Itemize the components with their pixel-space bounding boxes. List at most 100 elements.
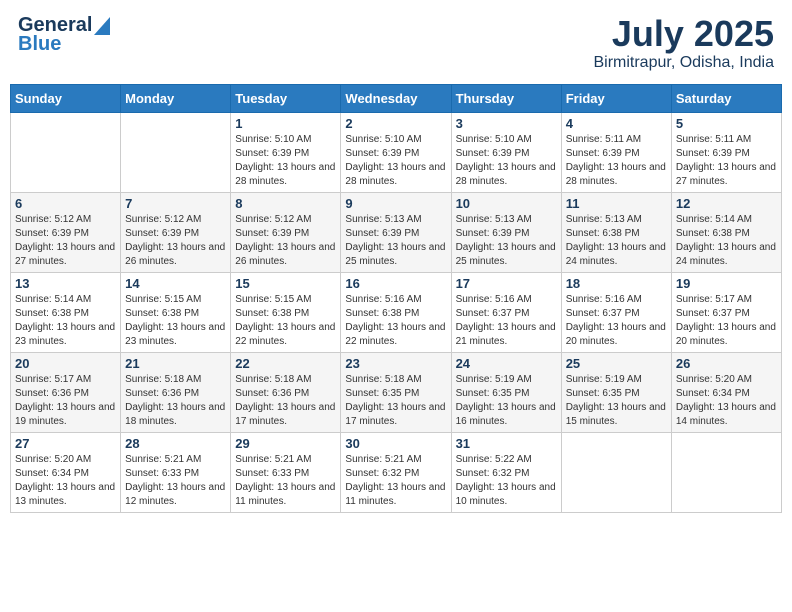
calendar-cell: 17 Sunrise: 5:16 AM Sunset: 6:37 PM Dayli… — [451, 272, 561, 352]
cell-daylight-info: Sunrise: 5:16 AM Sunset: 6:37 PM Dayligh… — [456, 293, 557, 349]
weekday-header-friday: Friday — [561, 84, 671, 112]
weekday-header-wednesday: Wednesday — [341, 84, 451, 112]
day-number: 10 — [456, 196, 557, 211]
calendar-cell: 15 Sunrise: 5:15 AM Sunset: 6:38 PM Dayli… — [231, 272, 341, 352]
cell-daylight-info: Sunrise: 5:20 AM Sunset: 6:34 PM Dayligh… — [676, 373, 777, 429]
day-number: 28 — [125, 436, 226, 451]
calendar-week-row: 13Sunrise: 5:14 AM Sunset: 6:38 PM Dayli… — [11, 272, 782, 352]
calendar-cell: 27 Sunrise: 5:20 AM Sunset: 6:34 PM Dayli… — [11, 432, 121, 512]
day-number: 27 — [15, 436, 116, 451]
cell-daylight-info: Sunrise: 5:12 AM Sunset: 6:39 PM Dayligh… — [235, 213, 336, 269]
location-subtitle: Birmitrapur, Odisha, India — [593, 54, 774, 72]
day-number: 5 — [676, 116, 777, 131]
day-number: 8 — [235, 196, 336, 211]
calendar-cell: 31 Sunrise: 5:22 AM Sunset: 6:32 PM Dayli… — [451, 432, 561, 512]
day-number: 17 — [456, 276, 557, 291]
calendar-cell: 24 Sunrise: 5:19 AM Sunset: 6:35 PM Dayli… — [451, 352, 561, 432]
weekday-header-sunday: Sunday — [11, 84, 121, 112]
day-number: 2 — [345, 116, 446, 131]
cell-daylight-info: Sunrise: 5:13 AM Sunset: 6:38 PM Dayligh… — [566, 213, 667, 269]
calendar-cell: 8 Sunrise: 5:12 AM Sunset: 6:39 PM Daylig… — [231, 192, 341, 272]
cell-daylight-info: Sunrise: 5:22 AM Sunset: 6:32 PM Dayligh… — [456, 453, 557, 509]
calendar-cell — [671, 432, 781, 512]
calendar-cell: 3Sunrise: 5:10 AM Sunset: 6:39 PM Daylig… — [451, 112, 561, 192]
calendar-cell: 16 Sunrise: 5:16 AM Sunset: 6:38 PM Dayli… — [341, 272, 451, 352]
cell-daylight-info: Sunrise: 5:10 AM Sunset: 6:39 PM Dayligh… — [345, 133, 446, 189]
calendar-cell: 22 Sunrise: 5:18 AM Sunset: 6:36 PM Dayli… — [231, 352, 341, 432]
page-header: General Blue July 2025 Birmitrapur, Odis… — [10, 10, 782, 76]
day-number: 14 — [125, 276, 226, 291]
day-number: 26 — [676, 356, 777, 371]
calendar-cell: 11Sunrise: 5:13 AM Sunset: 6:38 PM Dayli… — [561, 192, 671, 272]
calendar-cell: 14 Sunrise: 5:15 AM Sunset: 6:38 PM Dayli… — [121, 272, 231, 352]
cell-daylight-info: Sunrise: 5:17 AM Sunset: 6:36 PM Dayligh… — [15, 373, 116, 429]
calendar-cell: 4Sunrise: 5:11 AM Sunset: 6:39 PM Daylig… — [561, 112, 671, 192]
cell-daylight-info: Sunrise: 5:16 AM Sunset: 6:38 PM Dayligh… — [345, 293, 446, 349]
cell-daylight-info: Sunrise: 5:19 AM Sunset: 6:35 PM Dayligh… — [456, 373, 557, 429]
calendar-week-row: 27 Sunrise: 5:20 AM Sunset: 6:34 PM Dayli… — [11, 432, 782, 512]
day-number: 23 — [345, 356, 446, 371]
calendar-cell: 20 Sunrise: 5:17 AM Sunset: 6:36 PM Dayli… — [11, 352, 121, 432]
day-number: 22 — [235, 356, 336, 371]
calendar-table: SundayMondayTuesdayWednesdayThursdayFrid… — [10, 84, 782, 513]
calendar-cell: 12Sunrise: 5:14 AM Sunset: 6:38 PM Dayli… — [671, 192, 781, 272]
calendar-cell: 6 Sunrise: 5:12 AM Sunset: 6:39 PM Daylig… — [11, 192, 121, 272]
title-section: July 2025 Birmitrapur, Odisha, India — [593, 14, 774, 72]
weekday-header-thursday: Thursday — [451, 84, 561, 112]
day-number: 3 — [456, 116, 557, 131]
day-number: 21 — [125, 356, 226, 371]
calendar-cell: 5 Sunrise: 5:11 AM Sunset: 6:39 PM Daylig… — [671, 112, 781, 192]
calendar-cell: 29 Sunrise: 5:21 AM Sunset: 6:33 PM Dayli… — [231, 432, 341, 512]
day-number: 30 — [345, 436, 446, 451]
day-number: 7 — [125, 196, 226, 211]
day-number: 9 — [345, 196, 446, 211]
cell-daylight-info: Sunrise: 5:19 AM Sunset: 6:35 PM Dayligh… — [566, 373, 667, 429]
cell-daylight-info: Sunrise: 5:11 AM Sunset: 6:39 PM Dayligh… — [676, 133, 777, 189]
calendar-cell: 19 Sunrise: 5:17 AM Sunset: 6:37 PM Dayli… — [671, 272, 781, 352]
calendar-cell: 1Sunrise: 5:10 AM Sunset: 6:39 PM Daylig… — [231, 112, 341, 192]
cell-daylight-info: Sunrise: 5:15 AM Sunset: 6:38 PM Dayligh… — [235, 293, 336, 349]
logo-blue-text: Blue — [18, 33, 61, 56]
day-number: 19 — [676, 276, 777, 291]
cell-daylight-info: Sunrise: 5:12 AM Sunset: 6:39 PM Dayligh… — [15, 213, 116, 269]
calendar-cell: 26 Sunrise: 5:20 AM Sunset: 6:34 PM Dayli… — [671, 352, 781, 432]
day-number: 20 — [15, 356, 116, 371]
cell-daylight-info: Sunrise: 5:10 AM Sunset: 6:39 PM Dayligh… — [235, 133, 336, 189]
calendar-cell: 25 Sunrise: 5:19 AM Sunset: 6:35 PM Dayli… — [561, 352, 671, 432]
calendar-cell: 30Sunrise: 5:21 AM Sunset: 6:32 PM Dayli… — [341, 432, 451, 512]
day-number: 15 — [235, 276, 336, 291]
cell-daylight-info: Sunrise: 5:16 AM Sunset: 6:37 PM Dayligh… — [566, 293, 667, 349]
day-number: 4 — [566, 116, 667, 131]
day-number: 25 — [566, 356, 667, 371]
day-number: 24 — [456, 356, 557, 371]
cell-daylight-info: Sunrise: 5:13 AM Sunset: 6:39 PM Dayligh… — [345, 213, 446, 269]
month-year-title: July 2025 — [593, 14, 774, 54]
logo: General Blue — [18, 14, 112, 56]
calendar-cell — [121, 112, 231, 192]
cell-daylight-info: Sunrise: 5:18 AM Sunset: 6:35 PM Dayligh… — [345, 373, 446, 429]
calendar-cell: 23 Sunrise: 5:18 AM Sunset: 6:35 PM Dayli… — [341, 352, 451, 432]
calendar-cell: 13Sunrise: 5:14 AM Sunset: 6:38 PM Dayli… — [11, 272, 121, 352]
cell-daylight-info: Sunrise: 5:13 AM Sunset: 6:39 PM Dayligh… — [456, 213, 557, 269]
weekday-header-row: SundayMondayTuesdayWednesdayThursdayFrid… — [11, 84, 782, 112]
weekday-header-tuesday: Tuesday — [231, 84, 341, 112]
cell-daylight-info: Sunrise: 5:14 AM Sunset: 6:38 PM Dayligh… — [15, 293, 116, 349]
day-number: 31 — [456, 436, 557, 451]
cell-daylight-info: Sunrise: 5:14 AM Sunset: 6:38 PM Dayligh… — [676, 213, 777, 269]
calendar-cell: 28Sunrise: 5:21 AM Sunset: 6:33 PM Dayli… — [121, 432, 231, 512]
day-number: 29 — [235, 436, 336, 451]
cell-daylight-info: Sunrise: 5:18 AM Sunset: 6:36 PM Dayligh… — [125, 373, 226, 429]
cell-daylight-info: Sunrise: 5:21 AM Sunset: 6:33 PM Dayligh… — [235, 453, 336, 509]
cell-daylight-info: Sunrise: 5:15 AM Sunset: 6:38 PM Dayligh… — [125, 293, 226, 349]
weekday-header-saturday: Saturday — [671, 84, 781, 112]
day-number: 6 — [15, 196, 116, 211]
cell-daylight-info: Sunrise: 5:18 AM Sunset: 6:36 PM Dayligh… — [235, 373, 336, 429]
calendar-week-row: 6 Sunrise: 5:12 AM Sunset: 6:39 PM Daylig… — [11, 192, 782, 272]
calendar-cell: 7 Sunrise: 5:12 AM Sunset: 6:39 PM Daylig… — [121, 192, 231, 272]
cell-daylight-info: Sunrise: 5:12 AM Sunset: 6:39 PM Dayligh… — [125, 213, 226, 269]
cell-daylight-info: Sunrise: 5:20 AM Sunset: 6:34 PM Dayligh… — [15, 453, 116, 509]
calendar-week-row: 20 Sunrise: 5:17 AM Sunset: 6:36 PM Dayli… — [11, 352, 782, 432]
day-number: 16 — [345, 276, 446, 291]
day-number: 18 — [566, 276, 667, 291]
cell-daylight-info: Sunrise: 5:17 AM Sunset: 6:37 PM Dayligh… — [676, 293, 777, 349]
